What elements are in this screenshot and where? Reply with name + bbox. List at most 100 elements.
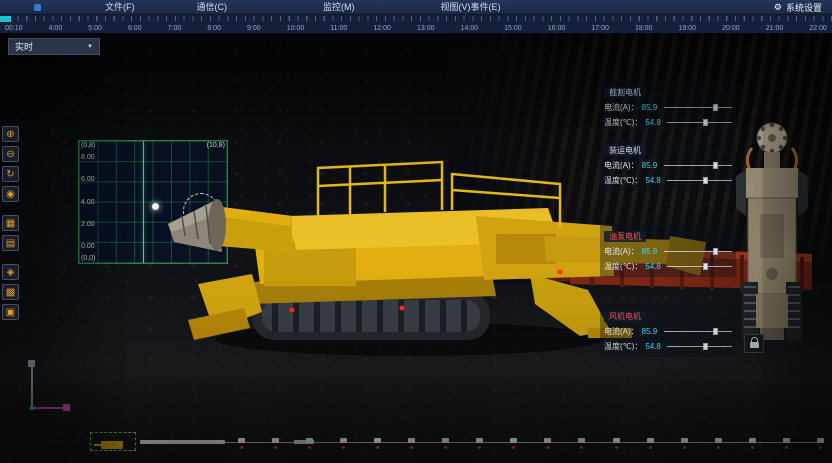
conveyor-segment[interactable]	[340, 438, 347, 443]
conveyor-segment[interactable]	[408, 438, 415, 443]
zoom-out-button[interactable]: ⊖	[2, 146, 19, 162]
motor-name: 截割电机	[604, 87, 646, 98]
segment-status-dot	[308, 446, 311, 449]
slider-handle[interactable]	[713, 248, 718, 255]
motor-panel-fan: 风机电机 电流(A)： 85.9 温度(℃)： 54.8	[600, 304, 736, 357]
menu-bar: 文件(F) 通信(C) 监控(M) 视图(V) 事件(E) ⚙ 系统设置	[0, 0, 832, 14]
motor-current-slider[interactable]	[664, 247, 732, 256]
motor-panel-cutting: 截割电机 电流(A)： 85.9 温度(℃)： 54.8	[600, 80, 736, 133]
motor-temp-slider[interactable]	[667, 118, 732, 127]
motor-row-label: 温度(℃)：	[604, 261, 642, 272]
motor-current-slider[interactable]	[664, 103, 732, 112]
conveyor-segment[interactable]	[681, 438, 688, 443]
motor-temp-row: 温度(℃)： 54.8	[604, 173, 732, 188]
conveyor-minimap[interactable]	[88, 429, 826, 455]
axis-x-line	[32, 407, 65, 409]
timeline-tick: 6:00	[128, 25, 142, 32]
conveyor-segment[interactable]	[544, 438, 551, 443]
segment-status-dot	[717, 446, 720, 449]
segment-status-dot	[751, 446, 754, 449]
motor-name: 油泵电机	[604, 231, 646, 242]
conveyor-segment[interactable]	[817, 438, 824, 443]
motor-panel-loading: 装运电机 电流(A)： 85.9 温度(℃)： 54.8	[600, 138, 736, 191]
timeline-tick: 19:00	[679, 25, 697, 32]
slider-handle[interactable]	[703, 177, 708, 184]
segment-status-dot	[683, 446, 686, 449]
slider-handle[interactable]	[703, 263, 708, 270]
conveyor-segment[interactable]	[374, 438, 381, 443]
machine-top-view-schematic[interactable]	[734, 114, 810, 346]
conveyor-segment[interactable]	[306, 438, 313, 443]
axis-y-line	[31, 364, 33, 409]
mode-value: 实时	[15, 40, 33, 53]
layers-button[interactable]: ▤	[2, 235, 19, 251]
timeline-tick: 17:00	[591, 25, 609, 32]
texture-button[interactable]: ▩	[2, 284, 19, 300]
timeline-tick: 7:00	[168, 25, 182, 32]
timeline-tick: 12:00	[373, 25, 391, 32]
motor-temp-slider[interactable]	[667, 262, 732, 271]
motor-current-slider[interactable]	[664, 327, 732, 336]
timeline-ruler[interactable]: 00:104:005:006:007:008:009:0010:0011:001…	[0, 14, 832, 34]
segment-status-dot	[512, 446, 515, 449]
motor-current-slider[interactable]	[664, 161, 732, 170]
system-settings-button[interactable]: ⚙ 系统设置	[774, 1, 822, 14]
conveyor-segment[interactable]	[749, 438, 756, 443]
conveyor-segment[interactable]	[442, 438, 449, 443]
conveyor-segment[interactable]	[476, 438, 483, 443]
menu-monitoring[interactable]: 监控(M)	[323, 0, 355, 14]
motor-row-value: 85.9	[642, 103, 661, 112]
slider-handle[interactable]	[703, 119, 708, 126]
conveyor-segment[interactable]	[647, 438, 654, 443]
segment-status-dot	[376, 446, 379, 449]
focus-target-button[interactable]: ◉	[2, 186, 19, 202]
menu-events[interactable]: 事件(E)	[471, 0, 501, 14]
conveyor-segment[interactable]	[510, 438, 517, 443]
slider-handle[interactable]	[713, 328, 718, 335]
slider-handle[interactable]	[713, 162, 718, 169]
minimap-selection-box[interactable]	[90, 432, 136, 451]
motor-name: 装运电机	[604, 145, 646, 156]
segment-status-dot	[274, 446, 277, 449]
conveyor-segment[interactable]	[715, 438, 722, 443]
motor-row-value: 85.9	[642, 161, 661, 170]
grid-toggle-button[interactable]: ▦	[2, 215, 19, 231]
radar-axis-label: 0.00	[81, 243, 95, 250]
conveyor-segment[interactable]	[783, 438, 790, 443]
motor-temp-slider[interactable]	[667, 176, 732, 185]
slider-handle[interactable]	[703, 343, 708, 350]
minimap-segments	[238, 438, 824, 443]
menu-file[interactable]: 文件(F)	[105, 0, 135, 14]
radar-corner-top-left: (0,8)	[81, 142, 95, 149]
rotate-view-button[interactable]: ↻	[2, 166, 19, 182]
measure-button[interactable]: ◈	[2, 264, 19, 280]
timeline-tick: 00:10	[5, 25, 23, 32]
timeline-tick: 16:00	[548, 25, 566, 32]
scene-3d-viewport[interactable]: (0,8) (10,8) (0,0) 8.00 6.00 4.00 2.00 0…	[0, 34, 832, 463]
lock-icon-body	[750, 342, 759, 348]
radar-axis-labels: 8.00 6.00 4.00 2.00 0.00	[81, 154, 95, 250]
segment-status-dot	[240, 446, 243, 449]
motor-row-value: 85.9	[642, 247, 661, 256]
app-window: 文件(F) 通信(C) 监控(M) 视图(V) 事件(E) ⚙ 系统设置 00:…	[0, 0, 832, 461]
conveyor-segment[interactable]	[238, 438, 245, 443]
view-lock-button[interactable]	[744, 334, 764, 353]
menu-communication[interactable]: 通信(C)	[197, 0, 228, 14]
timeline-ticks: 00:104:005:006:007:008:009:0010:0011:001…	[0, 25, 832, 32]
timeline-tick: 20:00	[722, 25, 740, 32]
slider-handle[interactable]	[713, 104, 718, 111]
motor-temp-slider[interactable]	[667, 342, 732, 351]
motor-row-value: 54.8	[645, 118, 664, 127]
snapshot-button[interactable]: ▣	[2, 304, 19, 320]
conveyor-segment[interactable]	[578, 438, 585, 443]
zoom-in-button[interactable]: ⊕	[2, 126, 19, 142]
mode-selector[interactable]: 实时 ▼	[8, 38, 100, 55]
radar-corner-bottom-left: (0,0)	[81, 255, 95, 262]
conveyor-segment[interactable]	[613, 438, 620, 443]
timeline-tick: 4:00	[49, 25, 63, 32]
timeline-tick: 8:00	[207, 25, 221, 32]
minimap-bridge-bar	[140, 440, 225, 444]
menu-view[interactable]: 视图(V)	[441, 0, 471, 14]
app-logo-icon	[34, 4, 41, 11]
conveyor-segment[interactable]	[272, 438, 279, 443]
